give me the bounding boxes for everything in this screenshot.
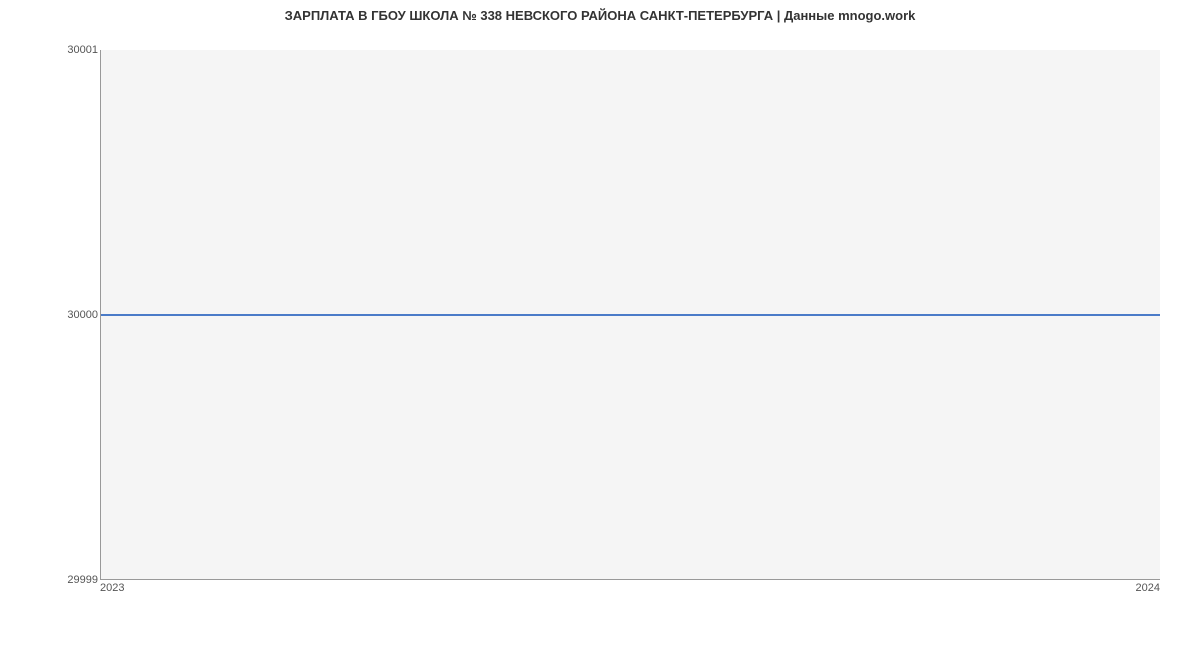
data-line	[101, 314, 1160, 316]
x-tick-label: 2024	[1136, 582, 1160, 594]
chart-title: ЗАРПЛАТА В ГБОУ ШКОЛА № 338 НЕВСКОГО РАЙ…	[0, 0, 1200, 27]
x-tick-label: 2023	[100, 582, 124, 594]
y-tick-label: 29999	[67, 574, 98, 586]
plot-area	[100, 50, 1160, 580]
y-tick-label: 30000	[67, 309, 98, 321]
y-tick-label: 30001	[67, 44, 98, 56]
chart-container: 30001 30000 29999 2023 2024	[60, 30, 1170, 600]
